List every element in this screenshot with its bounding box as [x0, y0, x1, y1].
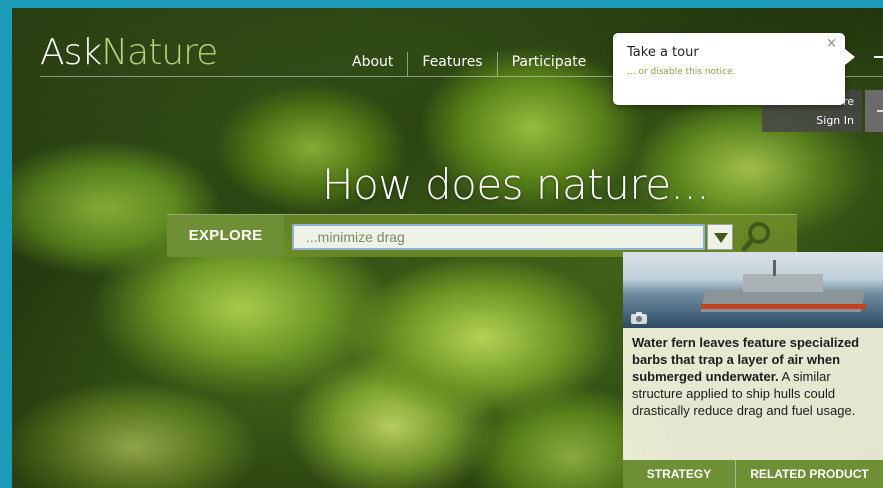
ship-photo[interactable]: [623, 252, 883, 328]
sign-in-link[interactable]: Sign In: [816, 114, 854, 127]
tour-popup: Take a tour ... or disable this notice. …: [613, 33, 855, 105]
ship-stripe: [700, 304, 867, 309]
nav-about[interactable]: About: [338, 52, 407, 76]
ship-cabin: [743, 274, 823, 292]
card-tabs: STRATEGY RELATED PRODUCT: [623, 460, 883, 488]
disable-notice-link[interactable]: ... or disable this notice.: [627, 67, 735, 77]
explore-button[interactable]: EXPLORE: [167, 215, 284, 257]
search-bar: EXPLORE ...minimize drag: [167, 214, 797, 257]
camera-icon: [631, 309, 647, 324]
expand-button[interactable]: [865, 90, 883, 132]
close-icon[interactable]: ×: [826, 36, 837, 51]
page-headline: How does nature...: [322, 160, 710, 209]
logo-nature: Nature: [101, 32, 218, 73]
search-icon[interactable]: [739, 219, 775, 253]
nav-features[interactable]: Features: [407, 52, 496, 76]
feature-card: Water fern leaves feature specialized ba…: [623, 252, 883, 488]
site-logo[interactable]: AskNature: [40, 32, 218, 73]
tour-title[interactable]: Take a tour: [627, 45, 699, 60]
nav-participate[interactable]: Participate: [496, 52, 601, 76]
dropdown-arrow-icon[interactable]: [707, 224, 733, 250]
plus-icon: [874, 56, 883, 58]
card-description: Water fern leaves feature specialized ba…: [632, 334, 877, 419]
logo-ask: Ask: [40, 32, 102, 73]
tab-strategy[interactable]: STRATEGY: [623, 460, 736, 488]
tab-related-product[interactable]: RELATED PRODUCT: [736, 460, 883, 488]
search-input[interactable]: ...minimize drag: [292, 224, 705, 250]
ship-mast: [773, 260, 776, 276]
main-nav: About Features Participate: [338, 52, 600, 76]
hero-background: AskNature About Features Participate re …: [12, 8, 883, 488]
